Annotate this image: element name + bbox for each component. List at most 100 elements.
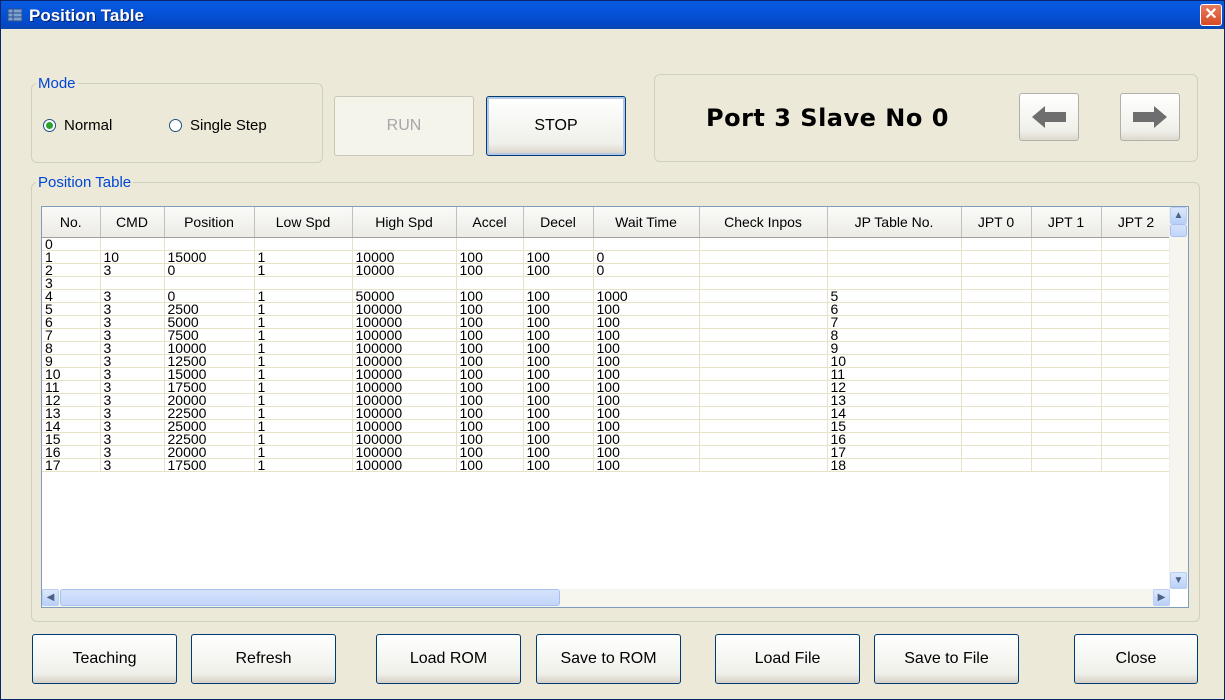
table-cell[interactable]: 100 — [523, 445, 594, 459]
vertical-scroll-thumb[interactable] — [1170, 224, 1187, 237]
table-cell[interactable] — [961, 276, 1032, 290]
table-cell[interactable] — [1101, 393, 1172, 407]
table-cell[interactable]: 12500 — [164, 354, 255, 368]
column-header[interactable]: JP Table No. — [827, 207, 962, 238]
table-cell[interactable]: 100 — [456, 458, 524, 472]
table-cell[interactable] — [456, 276, 524, 290]
table-cell[interactable] — [1031, 250, 1102, 264]
table-cell[interactable]: 100 — [593, 380, 700, 394]
table-cell[interactable]: 3 — [100, 289, 165, 303]
table-cell[interactable]: 25000 — [164, 419, 255, 433]
table-cell[interactable]: 15000 — [164, 250, 255, 264]
table-cell[interactable]: 3 — [100, 432, 165, 446]
table-cell[interactable]: 100000 — [352, 341, 457, 355]
table-cell[interactable] — [961, 380, 1032, 394]
table-cell[interactable]: 100000 — [352, 328, 457, 342]
table-cell[interactable]: 1 — [254, 263, 353, 277]
table-cell[interactable]: 100 — [456, 432, 524, 446]
table-cell[interactable] — [1031, 432, 1102, 446]
table-row[interactable]: 7 3 7500 1 100000 100 100 100 8 — [42, 328, 1172, 342]
table-cell[interactable]: 14 — [827, 406, 962, 420]
table-cell[interactable]: 1 — [254, 328, 353, 342]
table-cell[interactable]: 3 — [100, 315, 165, 329]
table-cell[interactable] — [699, 432, 828, 446]
table-cell[interactable] — [699, 354, 828, 368]
table-cell[interactable]: 100 — [523, 458, 594, 472]
table-cell[interactable]: 16 — [42, 445, 101, 459]
table-cell[interactable]: 1 — [254, 302, 353, 316]
table-cell[interactable] — [100, 276, 165, 290]
table-cell[interactable]: 5 — [42, 302, 101, 316]
table-cell[interactable] — [699, 458, 828, 472]
table-cell[interactable] — [164, 276, 255, 290]
table-cell[interactable]: 4 — [42, 289, 101, 303]
column-header[interactable]: Accel — [456, 207, 524, 238]
table-cell[interactable] — [1031, 263, 1102, 277]
radio-normal[interactable]: Normal — [43, 117, 112, 134]
table-row[interactable]: 11 3 17500 1 100000 100 100 100 12 — [42, 380, 1172, 394]
horizontal-scrollbar[interactable]: ◀ ▶ — [42, 589, 1170, 607]
table-cell[interactable]: 100 — [456, 406, 524, 420]
table-cell[interactable]: 100 — [593, 432, 700, 446]
table-cell[interactable]: 3 — [100, 380, 165, 394]
column-header[interactable]: High Spd — [352, 207, 457, 238]
radio-normal-icon[interactable] — [43, 119, 56, 132]
table-cell[interactable]: 50000 — [352, 289, 457, 303]
table-row[interactable]: 2 3 0 1 10000 100 100 0 — [42, 263, 1172, 277]
position-grid[interactable]: No. CMD Position Low Spd High Spd Accel Decel W… — [41, 206, 1189, 608]
table-cell[interactable]: 10000 — [164, 341, 255, 355]
load-rom-button[interactable]: Load ROM — [376, 634, 521, 684]
table-cell[interactable] — [1101, 406, 1172, 420]
table-cell[interactable] — [961, 237, 1032, 251]
table-cell[interactable]: 3 — [100, 445, 165, 459]
table-cell[interactable]: 22500 — [164, 432, 255, 446]
table-cell[interactable] — [961, 289, 1032, 303]
table-cell[interactable] — [456, 237, 524, 251]
table-cell[interactable] — [1031, 419, 1102, 433]
table-cell[interactable]: 100 — [593, 354, 700, 368]
radio-single-step[interactable]: Single Step — [169, 117, 267, 134]
table-cell[interactable]: 100 — [523, 380, 594, 394]
save-to-rom-button[interactable]: Save to ROM — [536, 634, 681, 684]
table-cell[interactable] — [1101, 445, 1172, 459]
column-header[interactable]: Decel — [523, 207, 594, 238]
table-cell[interactable] — [254, 237, 353, 251]
radio-single-step-icon[interactable] — [169, 119, 182, 132]
table-cell[interactable]: 100 — [456, 380, 524, 394]
position-table[interactable]: No. CMD Position Low Spd High Spd Accel Decel W… — [42, 207, 1172, 472]
prev-slave-button[interactable] — [1019, 93, 1079, 141]
table-cell[interactable] — [1101, 328, 1172, 342]
table-cell[interactable]: 100 — [523, 432, 594, 446]
table-cell[interactable] — [1031, 367, 1102, 381]
table-cell[interactable] — [961, 263, 1032, 277]
table-cell[interactable] — [961, 328, 1032, 342]
table-cell[interactable]: 3 — [42, 276, 101, 290]
table-cell[interactable] — [699, 367, 828, 381]
table-cell[interactable] — [1031, 341, 1102, 355]
table-cell[interactable] — [352, 237, 457, 251]
table-cell[interactable]: 1 — [254, 380, 353, 394]
table-cell[interactable]: 1 — [254, 432, 353, 446]
title-bar[interactable]: Position Table ✕ — [1, 1, 1224, 29]
table-cell[interactable]: 100000 — [352, 302, 457, 316]
run-button[interactable]: RUN — [334, 96, 474, 156]
table-cell[interactable] — [1101, 263, 1172, 277]
table-cell[interactable]: 100 — [593, 406, 700, 420]
table-cell[interactable]: 3 — [100, 302, 165, 316]
table-cell[interactable]: 17 — [827, 445, 962, 459]
table-cell[interactable] — [699, 341, 828, 355]
scroll-down-icon[interactable]: ▼ — [1170, 572, 1187, 589]
table-cell[interactable]: 9 — [827, 341, 962, 355]
table-cell[interactable]: 100 — [593, 315, 700, 329]
next-slave-button[interactable] — [1120, 93, 1180, 141]
table-cell[interactable] — [699, 419, 828, 433]
table-cell[interactable] — [1031, 380, 1102, 394]
table-cell[interactable]: 100 — [523, 354, 594, 368]
table-cell[interactable] — [593, 237, 700, 251]
column-header[interactable]: Low Spd — [254, 207, 353, 238]
table-cell[interactable]: 13 — [42, 406, 101, 420]
table-cell[interactable]: 1 — [254, 419, 353, 433]
table-cell[interactable]: 100 — [523, 250, 594, 264]
table-cell[interactable]: 18 — [827, 458, 962, 472]
table-cell[interactable]: 100 — [456, 328, 524, 342]
